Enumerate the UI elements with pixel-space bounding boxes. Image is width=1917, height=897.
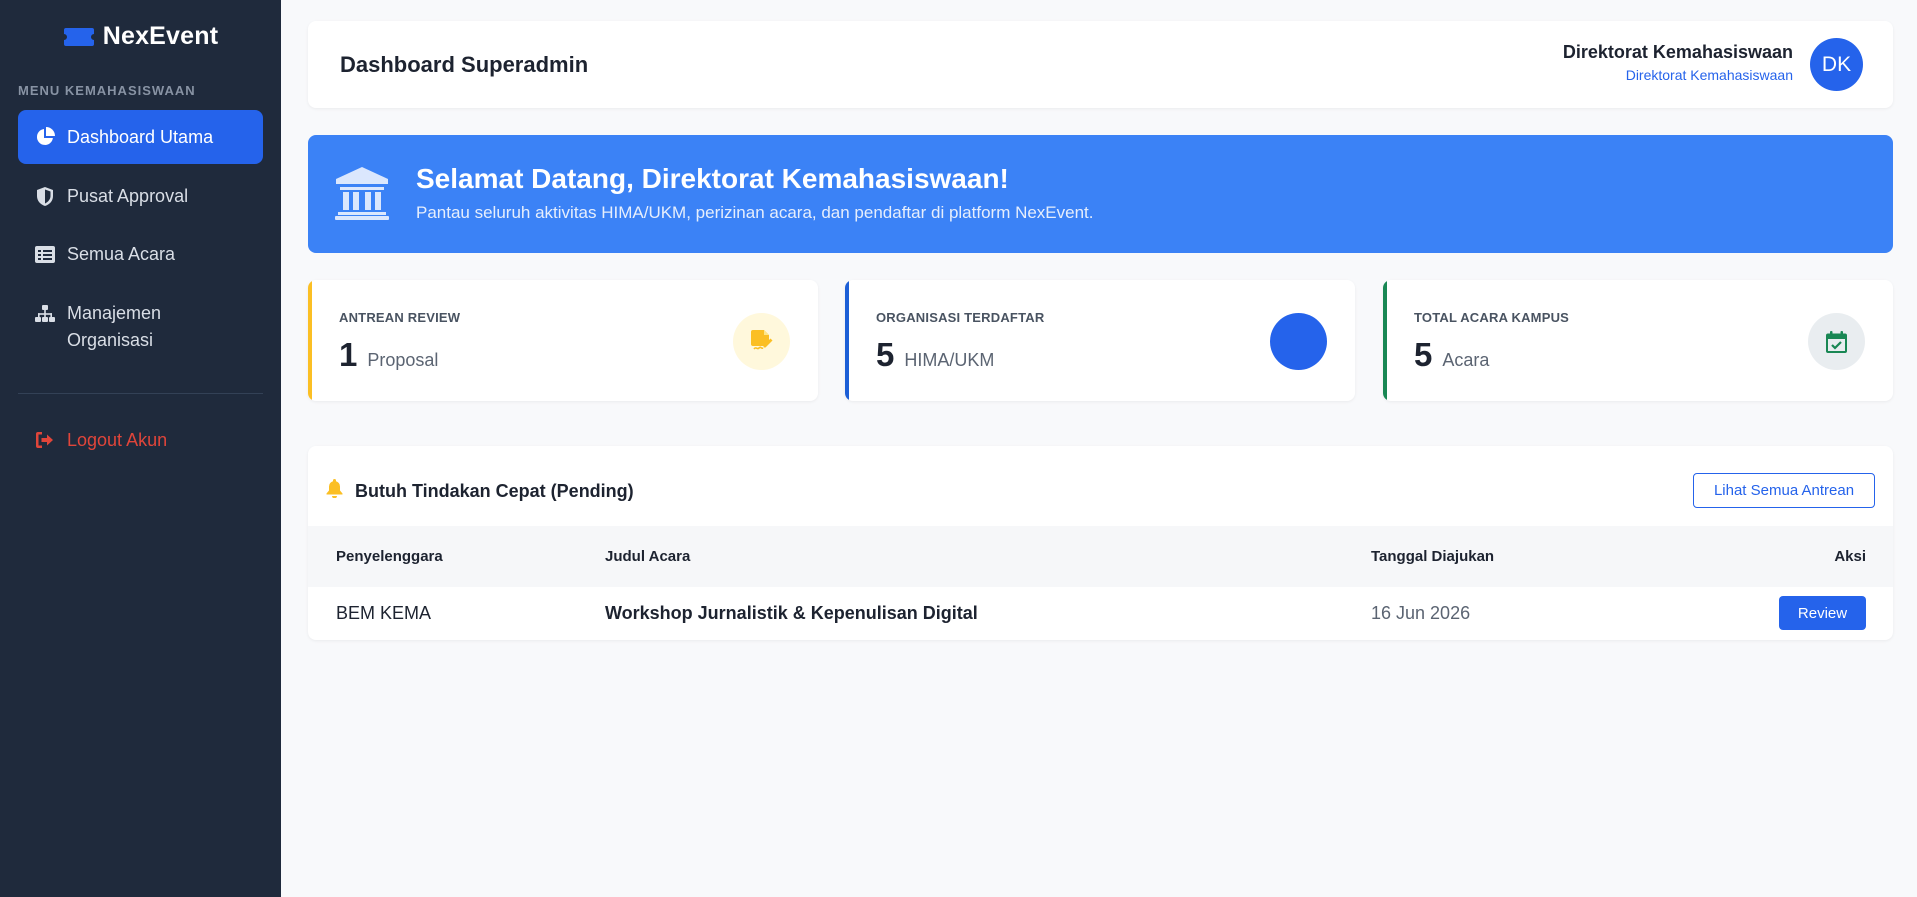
stat-number: 5	[876, 336, 895, 373]
sidebar-item-events[interactable]: Semua Acara	[18, 241, 263, 267]
stat-number: 1	[339, 336, 358, 373]
welcome-title: Selamat Datang, Direktorat Kemahasiswaan…	[416, 163, 1009, 194]
sidebar-divider	[18, 393, 263, 394]
brand-name: NexEvent	[102, 22, 219, 50]
stat-card-total-events: TOTAL ACARA KAMPUS 5 Acara	[1383, 280, 1893, 401]
column-header-event-title: Judul Acara	[605, 548, 691, 565]
table-row: BEM KEMA Workshop Jurnalistik & Kepenuli…	[308, 587, 1893, 640]
bell-icon	[326, 479, 343, 503]
sitemap-icon	[35, 303, 55, 325]
list-icon	[35, 243, 55, 265]
stat-card-organizations: ORGANISASI TERDAFTAR 5 HIMA/UKM	[845, 280, 1355, 401]
top-header: Dashboard Superadmin Direktorat Kemahasi…	[308, 21, 1893, 108]
row-organizer: BEM KEMA	[336, 603, 432, 623]
pending-title: Butuh Tindakan Cepat (Pending)	[326, 479, 634, 503]
stat-unit: HIMA/UKM	[904, 350, 995, 370]
logout-label: Logout Akun	[67, 429, 168, 450]
column-header-organizer: Penyelenggara	[336, 548, 443, 565]
review-button[interactable]: Review	[1779, 596, 1866, 630]
university-icon	[334, 165, 390, 226]
sidebar-item-organization[interactable]: Manajemen Organisasi	[18, 300, 263, 354]
sidebar: NexEvent MENU KEMAHASISWAAN Dashboard Ut…	[0, 0, 281, 897]
stat-label: ANTREAN REVIEW	[339, 310, 461, 325]
user-name: Direktorat Kemahasiswaan	[1562, 42, 1793, 62]
organization-icon	[1270, 313, 1327, 370]
column-header-action: Aksi	[1834, 548, 1866, 565]
stat-unit: Acara	[1442, 350, 1490, 370]
calendar-check-icon	[1808, 313, 1865, 370]
stat-value: 1 Proposal	[339, 336, 438, 374]
stat-label: ORGANISASI TERDAFTAR	[876, 310, 1045, 325]
sidebar-item-label: Pusat Approval	[67, 185, 189, 206]
page-title: Dashboard Superadmin	[340, 52, 589, 77]
column-header-date: Tanggal Diajukan	[1371, 548, 1495, 565]
welcome-banner: Selamat Datang, Direktorat Kemahasiswaan…	[308, 135, 1893, 253]
pending-title-text: Butuh Tindakan Cepat (Pending)	[355, 480, 634, 501]
file-signature-icon	[733, 313, 790, 370]
stat-unit: Proposal	[367, 350, 439, 370]
see-all-queue-button[interactable]: Lihat Semua Antrean	[1693, 473, 1875, 508]
menu-heading: MENU KEMAHASISWAAN	[18, 83, 196, 98]
sidebar-item-approval[interactable]: Pusat Approval	[18, 183, 263, 209]
sidebar-item-label: Semua Acara	[67, 243, 176, 264]
sidebar-item-label: Dashboard Utama	[67, 126, 214, 147]
pie-chart-icon	[35, 126, 55, 148]
stat-label: TOTAL ACARA KAMPUS	[1414, 310, 1570, 325]
stat-value: 5 Acara	[1414, 336, 1489, 374]
logout-button[interactable]: Logout Akun	[18, 427, 263, 453]
pending-panel: Butuh Tindakan Cepat (Pending) Lihat Sem…	[308, 446, 1893, 640]
stat-card-review-queue: ANTREAN REVIEW 1 Proposal	[308, 280, 818, 401]
user-role: Direktorat Kemahasiswaan	[1625, 67, 1793, 83]
row-event-title: Workshop Jurnalistik & Kepenulisan Digit…	[605, 603, 978, 623]
shield-icon	[35, 185, 55, 207]
ticket-icon	[63, 27, 95, 47]
brand[interactable]: NexEvent	[0, 22, 281, 51]
stat-value: 5 HIMA/UKM	[876, 336, 994, 374]
sidebar-item-label: Manajemen Organisasi	[67, 303, 162, 350]
sidebar-item-dashboard[interactable]: Dashboard Utama	[18, 110, 263, 164]
row-date: 16 Jun 2026	[1371, 603, 1471, 623]
table-header: Penyelenggara Judul Acara Tanggal Diajuk…	[308, 526, 1893, 587]
avatar[interactable]: DK	[1810, 38, 1863, 91]
stat-number: 5	[1414, 336, 1433, 373]
logout-icon	[35, 429, 55, 451]
welcome-subtitle: Pantau seluruh aktivitas HIMA/UKM, periz…	[416, 203, 1094, 222]
user-info: Direktorat Kemahasiswaan Direktorat Kema…	[1563, 42, 1793, 83]
